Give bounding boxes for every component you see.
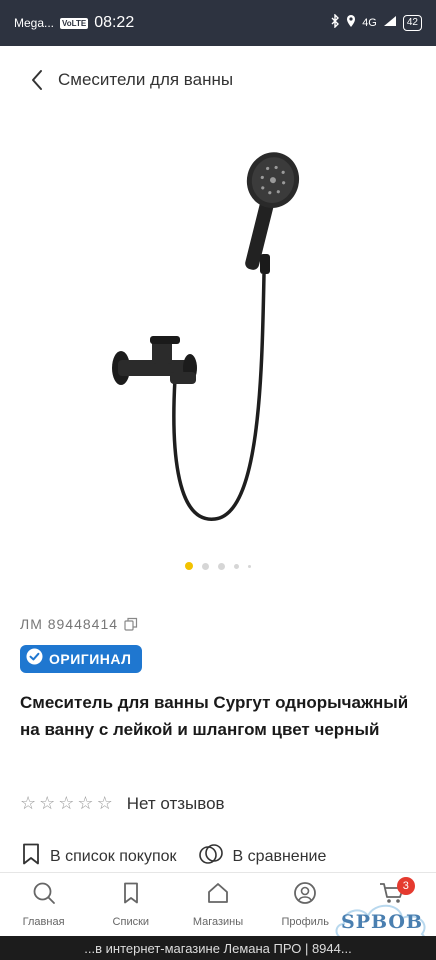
- product-actions: В список покупок В сравнение: [22, 843, 422, 870]
- pagination-dot[interactable]: [234, 563, 239, 569]
- store-icon: [206, 881, 230, 910]
- nav-label: Магазины: [192, 916, 244, 928]
- carrier-label: Mega...: [14, 16, 55, 30]
- watermark-text: SPBOB: [340, 911, 424, 933]
- rating-row[interactable]: ☆ ☆ ☆ ☆ ☆ Нет отзывов: [20, 793, 225, 814]
- location-icon: [346, 14, 356, 31]
- nav-label: Списки: [112, 916, 150, 928]
- reviews-label: Нет отзывов: [126, 793, 225, 813]
- pagination-dot[interactable]: [202, 562, 209, 570]
- article-number-row: ЛМ 89448414: [20, 616, 138, 632]
- pagination-dot[interactable]: [218, 562, 225, 570]
- profile-icon: [293, 881, 317, 910]
- bookmark-icon: [119, 881, 143, 910]
- star-icon: ☆: [39, 793, 56, 813]
- gallery-pagination[interactable]: [0, 562, 436, 570]
- status-bar: Mega... VoLTE 08:22 4G 42: [0, 0, 436, 46]
- signal-icon: [383, 15, 397, 30]
- nav-label: Профиль: [281, 916, 329, 928]
- add-to-shopping-list-button[interactable]: В список покупок: [22, 843, 177, 870]
- shopping-list-label: В список покупок: [50, 847, 177, 865]
- clock: 08:22: [94, 14, 135, 31]
- volte-icon: VoLTE: [60, 17, 89, 29]
- badge-label: ОРИГИНАЛ: [49, 651, 132, 667]
- rating-stars: ☆ ☆ ☆ ☆ ☆: [20, 793, 113, 814]
- pagination-dot[interactable]: [248, 564, 251, 568]
- bluetooth-icon: [330, 13, 340, 31]
- star-icon: ☆: [20, 793, 37, 813]
- article-number: ЛМ 89448414: [20, 616, 119, 632]
- nav-item-home[interactable]: Главная: [0, 873, 87, 936]
- star-icon: ☆: [58, 793, 75, 813]
- caption-bar: ...в интернет-магазине Лемана ПРО | 8944…: [0, 936, 436, 960]
- cart-count-badge: 3: [396, 877, 415, 895]
- chevron-left-icon[interactable]: [28, 68, 48, 92]
- compare-label: В сравнение: [232, 847, 327, 865]
- nav-label: Главная: [22, 916, 65, 928]
- network-label: 4G: [362, 16, 377, 29]
- search-icon: [32, 881, 56, 910]
- compare-icon: [198, 843, 223, 870]
- product-image[interactable]: [0, 114, 436, 554]
- battery-indicator: 42: [402, 14, 422, 31]
- check-circle-icon: [26, 648, 43, 670]
- nav-item-lists[interactable]: Списки: [87, 873, 174, 936]
- header: Смесители для ванны: [0, 46, 436, 114]
- product-title: Смеситель для ванны Сургут однорычажный …: [20, 693, 409, 739]
- pagination-dot-active[interactable]: [185, 562, 193, 570]
- star-icon: ☆: [77, 793, 94, 813]
- page-title: Смесители для ванны: [58, 70, 234, 89]
- nav-item-stores[interactable]: Магазины: [174, 873, 261, 936]
- copy-icon[interactable]: [124, 617, 138, 631]
- add-to-compare-button[interactable]: В сравнение: [198, 843, 327, 870]
- original-badge: ОРИГИНАЛ: [20, 645, 142, 673]
- bookmark-icon: [22, 843, 40, 870]
- star-icon: ☆: [96, 793, 113, 813]
